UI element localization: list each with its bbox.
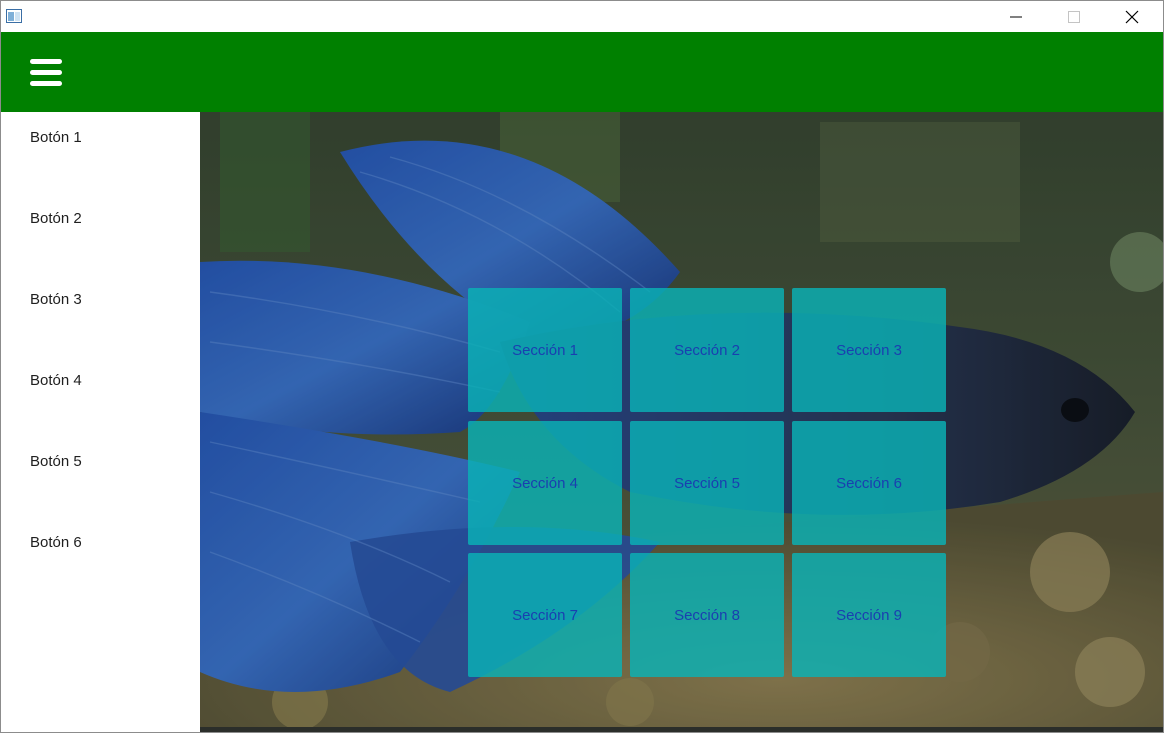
section-label: Sección 3 xyxy=(836,341,902,359)
hamburger-menu-icon[interactable] xyxy=(29,56,63,90)
minimize-button[interactable] xyxy=(987,1,1045,32)
section-label: Sección 6 xyxy=(836,474,902,492)
section-label: Sección 8 xyxy=(674,606,740,624)
section-tile-3[interactable]: Sección 3 xyxy=(792,288,946,412)
section-label: Sección 7 xyxy=(512,606,578,624)
sidebar-item-label: Botón 3 xyxy=(30,291,82,308)
section-label: Sección 2 xyxy=(674,341,740,359)
close-button[interactable] xyxy=(1103,1,1161,32)
sidebar-item-boton-6[interactable]: Botón 6 xyxy=(1,517,200,569)
sidebar-item-label: Botón 2 xyxy=(30,210,82,227)
sidebar-item-boton-1[interactable]: Botón 1 xyxy=(1,112,200,164)
section-tile-9[interactable]: Sección 9 xyxy=(792,553,946,677)
sidebar-item-label: Botón 4 xyxy=(30,372,82,389)
maximize-icon xyxy=(1068,10,1080,23)
section-label: Sección 1 xyxy=(512,341,578,359)
section-tile-4[interactable]: Sección 4 xyxy=(468,421,622,545)
section-tile-6[interactable]: Sección 6 xyxy=(792,421,946,545)
app-icon xyxy=(6,9,22,23)
content-bottom-edge xyxy=(200,727,1163,732)
close-icon xyxy=(1125,10,1139,23)
sidebar-item-boton-3[interactable]: Botón 3 xyxy=(1,274,200,326)
section-label: Sección 4 xyxy=(512,474,578,492)
section-tile-1[interactable]: Sección 1 xyxy=(468,288,622,412)
maximize-button[interactable] xyxy=(1045,1,1103,32)
section-label: Sección 9 xyxy=(836,606,902,624)
main-content: Sección 1 Sección 2 Sección 3 Sección 4 … xyxy=(200,112,1163,727)
sidebar-item-label: Botón 5 xyxy=(30,453,82,470)
sidebar: Botón 1 Botón 2 Botón 3 Botón 4 Botón 5 … xyxy=(1,112,200,730)
section-tile-8[interactable]: Sección 8 xyxy=(630,553,784,677)
app-window: Botón 1 Botón 2 Botón 3 Botón 4 Botón 5 … xyxy=(0,0,1164,733)
section-label: Sección 5 xyxy=(674,474,740,492)
sidebar-item-boton-4[interactable]: Botón 4 xyxy=(1,355,200,407)
minimize-icon xyxy=(1010,16,1022,17)
sidebar-item-boton-5[interactable]: Botón 5 xyxy=(1,436,200,488)
section-tile-5[interactable]: Sección 5 xyxy=(630,421,784,545)
title-bar[interactable] xyxy=(1,1,1163,32)
section-tile-7[interactable]: Sección 7 xyxy=(468,553,622,677)
sidebar-item-boton-2[interactable]: Botón 2 xyxy=(1,193,200,245)
sidebar-item-label: Botón 1 xyxy=(30,129,82,146)
app-header xyxy=(1,32,1163,112)
section-tile-2[interactable]: Sección 2 xyxy=(630,288,784,412)
sidebar-item-label: Botón 6 xyxy=(30,534,82,551)
